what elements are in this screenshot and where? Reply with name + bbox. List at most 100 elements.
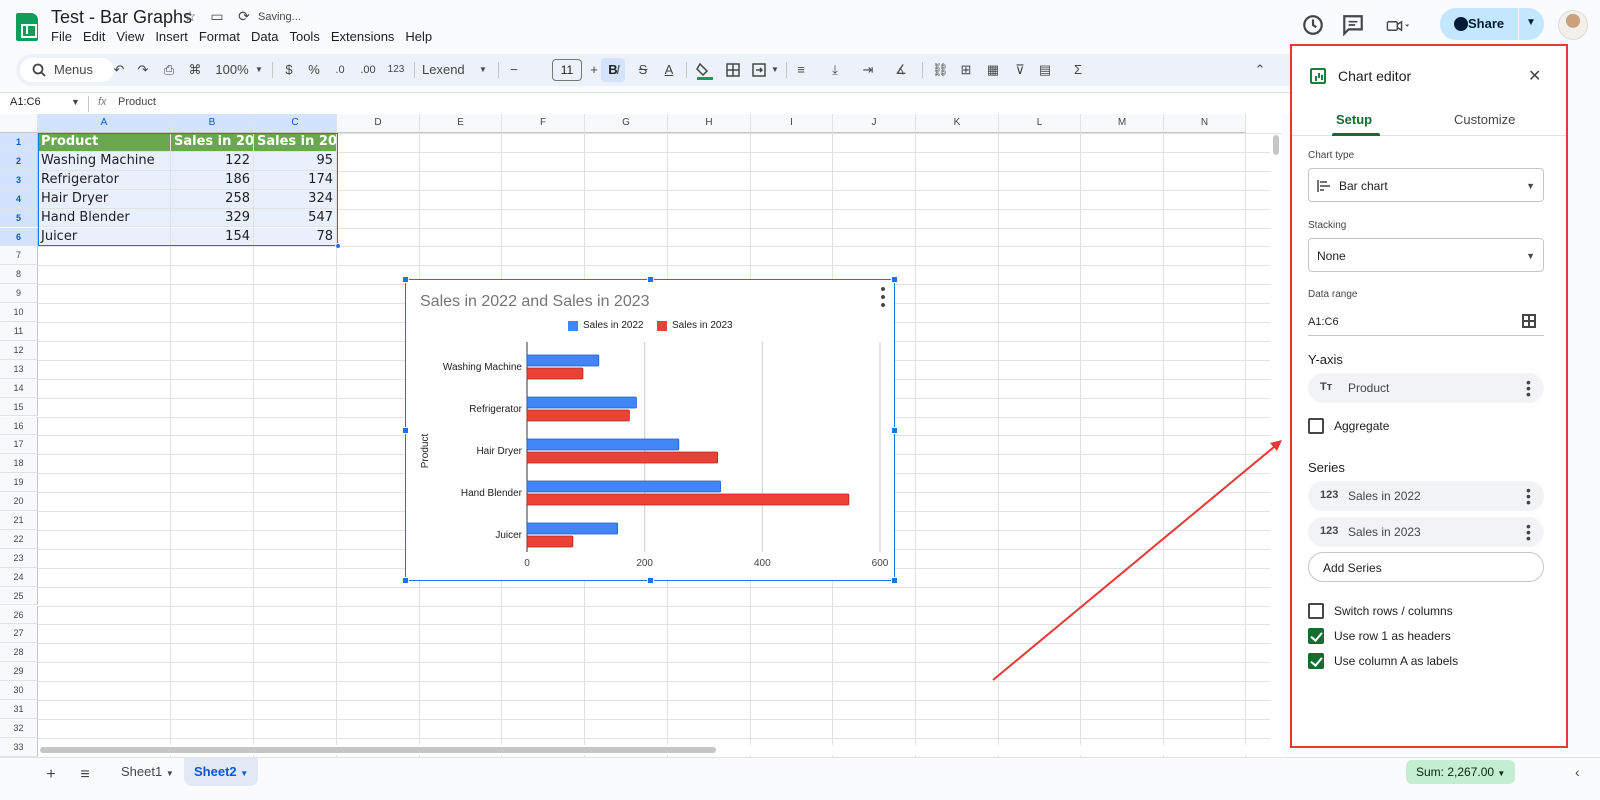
- horizontal-align-icon[interactable]: ≡: [794, 54, 808, 86]
- resize-handle[interactable]: [402, 427, 409, 434]
- menu-view[interactable]: View: [116, 29, 151, 44]
- row-header[interactable]: 13: [0, 359, 38, 379]
- row-header[interactable]: 15: [0, 397, 38, 417]
- version-history-icon[interactable]: [1301, 13, 1325, 37]
- avatar[interactable]: [1558, 10, 1588, 40]
- filter-views-icon[interactable]: ▤: [1036, 54, 1054, 86]
- merge-cells-icon[interactable]: [752, 63, 766, 77]
- menu-help[interactable]: Help: [405, 29, 439, 44]
- scroll-thumb[interactable]: [1273, 135, 1279, 155]
- resize-handle[interactable]: [891, 276, 898, 283]
- sheets-logo-icon[interactable]: [16, 13, 38, 41]
- meet-video-icon[interactable]: [1386, 14, 1410, 38]
- font-size-decrease[interactable]: −: [506, 54, 522, 86]
- chevron-down-icon[interactable]: ▼: [240, 769, 248, 778]
- insert-chart-icon[interactable]: ▦: [985, 54, 1001, 86]
- menu-edit[interactable]: Edit: [83, 29, 112, 44]
- row-header[interactable]: 20: [0, 492, 38, 511]
- row-header[interactable]: 3: [0, 170, 38, 190]
- table-cell[interactable]: Washing Machine: [38, 151, 171, 171]
- header-cell[interactable]: Product: [38, 133, 171, 152]
- row-header[interactable]: 28: [0, 643, 38, 663]
- strikethrough-button[interactable]: S: [636, 54, 650, 86]
- row-header[interactable]: 21: [0, 511, 38, 530]
- text-wrapping-icon[interactable]: ⇥: [860, 54, 876, 86]
- data-range-input[interactable]: A1:C6: [1308, 316, 1339, 328]
- column-header-f[interactable]: F: [502, 114, 585, 133]
- redo-icon[interactable]: ↷: [134, 54, 152, 86]
- chevron-down-icon[interactable]: ▼: [166, 769, 174, 778]
- series-chip-2022[interactable]: 123 Sales in 2022 • • •: [1308, 481, 1544, 511]
- menu-file[interactable]: File: [51, 29, 79, 44]
- star-icon[interactable]: ☆: [182, 8, 198, 24]
- column-header-i[interactable]: I: [751, 114, 833, 133]
- undo-icon[interactable]: ↶: [110, 54, 128, 86]
- column-header-b[interactable]: B: [171, 114, 254, 133]
- paint-format-icon[interactable]: ⌘: [186, 54, 204, 86]
- column-header-j[interactable]: J: [833, 114, 916, 133]
- row-header[interactable]: 26: [0, 605, 38, 625]
- add-series-button[interactable]: Add Series: [1308, 552, 1544, 582]
- table-cell[interactable]: 122: [171, 151, 254, 171]
- share-button[interactable]: Share ▼: [1440, 8, 1544, 40]
- resize-handle[interactable]: [402, 577, 409, 584]
- filter-icon[interactable]: ⊽: [1012, 54, 1028, 86]
- menu-format[interactable]: Format: [199, 29, 247, 44]
- table-cell[interactable]: 547: [254, 208, 337, 228]
- comments-icon[interactable]: [1341, 13, 1365, 37]
- resize-handle[interactable]: [647, 276, 654, 283]
- table-cell[interactable]: Juicer: [38, 227, 171, 247]
- bar-chart[interactable]: Sales in 2022 and Sales in 2023 • • • Sale…: [402, 276, 898, 584]
- row-header[interactable]: 1: [0, 133, 38, 152]
- more-options-icon[interactable]: • • •: [1526, 375, 1531, 401]
- row-header[interactable]: 19: [0, 473, 38, 493]
- percent-format[interactable]: %: [307, 54, 321, 86]
- menus-search[interactable]: Menus: [20, 58, 114, 82]
- share-dropdown-icon[interactable]: ▼: [1526, 17, 1536, 28]
- column-header-a[interactable]: A: [38, 114, 171, 133]
- row-header[interactable]: 12: [0, 340, 38, 360]
- row-header[interactable]: 17: [0, 435, 38, 455]
- move-folder-icon[interactable]: ▭: [209, 8, 225, 24]
- table-cell[interactable]: 95: [254, 151, 337, 171]
- row-header[interactable]: 8: [0, 265, 38, 285]
- column-header-d[interactable]: D: [337, 114, 420, 133]
- resize-handle[interactable]: [647, 577, 654, 584]
- row-header[interactable]: 24: [0, 567, 38, 587]
- header-cell[interactable]: Sales in 2023: [254, 133, 337, 152]
- table-cell[interactable]: 174: [254, 170, 337, 190]
- tab-setup[interactable]: Setup: [1336, 112, 1372, 127]
- currency-format[interactable]: $: [282, 54, 296, 86]
- add-sheet-icon[interactable]: +: [41, 766, 61, 784]
- table-cell[interactable]: 78: [254, 227, 337, 247]
- select-all-corner[interactable]: [0, 114, 38, 133]
- sheet-tab-sheet2[interactable]: Sheet2 ▼: [184, 758, 259, 786]
- font-size-input[interactable]: 11: [552, 59, 582, 81]
- table-cell[interactable]: 324: [254, 189, 337, 209]
- menu-tools[interactable]: Tools: [289, 29, 326, 44]
- decrease-decimal[interactable]: .0: [331, 54, 349, 86]
- column-header-g[interactable]: G: [585, 114, 668, 133]
- insert-comment-icon[interactable]: ⊞: [958, 54, 974, 86]
- table-cell[interactable]: 329: [171, 208, 254, 228]
- side-panel-toggle-icon[interactable]: ‹: [1575, 764, 1580, 780]
- row-header[interactable]: 32: [0, 718, 38, 738]
- font-select[interactable]: Lexend: [422, 54, 466, 86]
- row-header[interactable]: 27: [0, 624, 38, 644]
- chart-type-select[interactable]: Bar chart ▼: [1308, 168, 1544, 202]
- menu-extensions[interactable]: Extensions: [331, 29, 402, 44]
- row-header[interactable]: 4: [0, 189, 38, 209]
- use-column-a-labels-checkbox[interactable]: [1308, 653, 1324, 669]
- scroll-thumb[interactable]: [40, 747, 716, 753]
- resize-handle[interactable]: [402, 276, 409, 283]
- sum-indicator[interactable]: Sum: 2,267.00 ▼: [1406, 760, 1516, 784]
- row-header[interactable]: 10: [0, 303, 38, 322]
- use-row1-headers-checkbox[interactable]: [1308, 628, 1324, 644]
- stacking-select[interactable]: None ▼: [1308, 238, 1544, 272]
- tab-customize[interactable]: Customize: [1454, 112, 1515, 127]
- more-formats[interactable]: 123: [385, 54, 407, 86]
- series-chip-2023[interactable]: 123 Sales in 2023 • • •: [1308, 517, 1544, 547]
- table-cell[interactable]: Refrigerator: [38, 170, 171, 190]
- row-header[interactable]: 33: [0, 737, 38, 757]
- row-header[interactable]: 6: [0, 227, 38, 247]
